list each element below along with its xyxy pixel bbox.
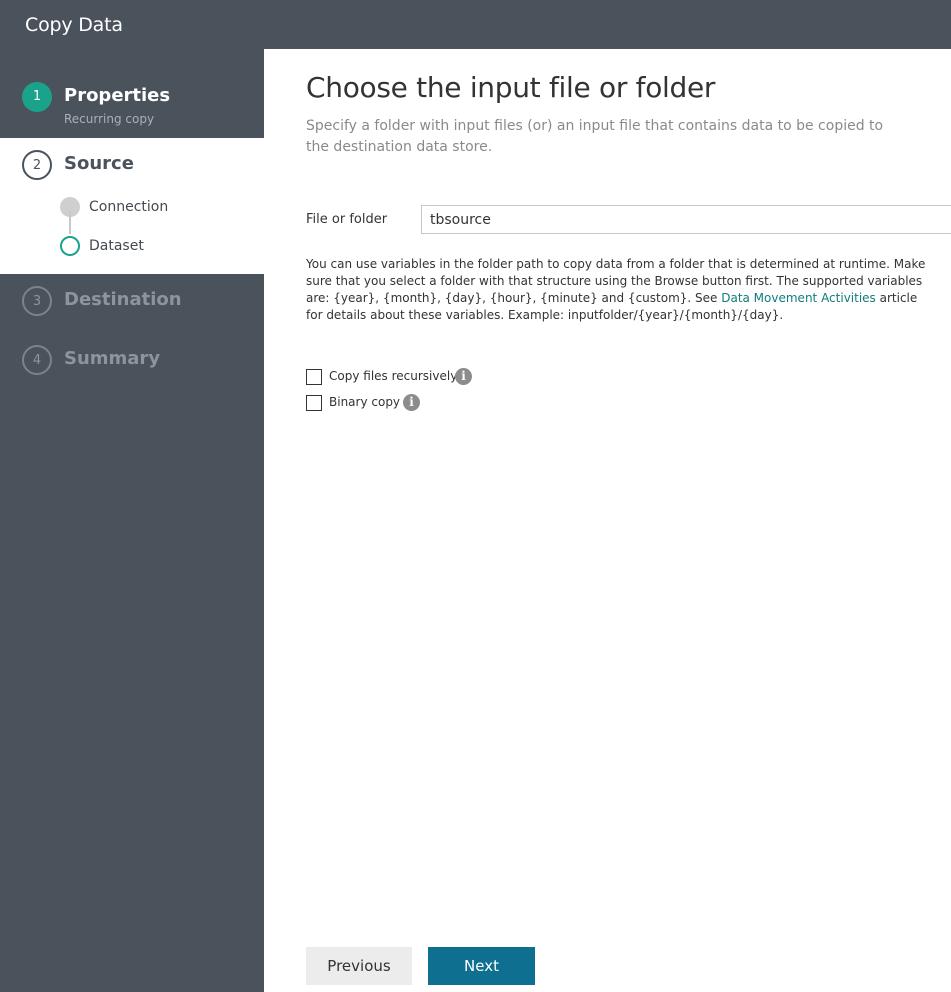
step-source[interactable]: 2 Source Connection Dataset [0, 138, 264, 274]
main-panel: Choose the input file or folder Specify … [264, 49, 951, 992]
info-icon[interactable]: i [403, 394, 420, 411]
step-label-properties: Properties [64, 85, 171, 106]
previous-button[interactable]: Previous [306, 947, 412, 985]
step-number-1: 1 [22, 82, 52, 112]
substep-current-icon [60, 236, 80, 256]
variables-help-text: You can use variables in the folder path… [306, 256, 936, 324]
step-sublabel-properties: Recurring copy [64, 112, 155, 126]
step-number-4: 4 [22, 345, 52, 375]
step-number-3: 3 [22, 286, 52, 316]
substep-dataset[interactable]: Dataset [89, 238, 144, 254]
binary-copy-label[interactable]: Binary copy [329, 395, 400, 409]
page-subtitle: Specify a folder with input files (or) a… [306, 118, 884, 155]
binary-copy-option: Binary copy i [306, 394, 426, 411]
binary-copy-checkbox[interactable] [306, 395, 322, 411]
info-icon[interactable]: i [455, 368, 472, 385]
wizard-sidebar: 1 Properties Recurring copy 2 Source Con… [0, 49, 264, 992]
next-button[interactable]: Next [428, 947, 535, 985]
file-or-folder-label: File or folder [306, 212, 388, 227]
step-label-destination: Destination [64, 289, 182, 310]
file-or-folder-input[interactable] [421, 205, 951, 234]
page-title: Choose the input file or folder [306, 71, 716, 104]
data-movement-activities-link[interactable]: Data Movement Activities [721, 291, 876, 305]
substep-connector [69, 210, 71, 234]
copy-recursively-option: Copy files recursively i [306, 368, 476, 385]
step-label-summary: Summary [64, 348, 161, 369]
step-properties[interactable]: 1 Properties Recurring copy [0, 49, 264, 138]
app-title: Copy Data [25, 14, 123, 36]
step-number-2: 2 [22, 150, 52, 180]
copy-recursively-checkbox[interactable] [306, 369, 322, 385]
step-label-source: Source [64, 153, 134, 174]
substep-connection[interactable]: Connection [89, 199, 168, 215]
title-bar: Copy Data [0, 0, 951, 49]
copy-recursively-label[interactable]: Copy files recursively [329, 369, 457, 383]
